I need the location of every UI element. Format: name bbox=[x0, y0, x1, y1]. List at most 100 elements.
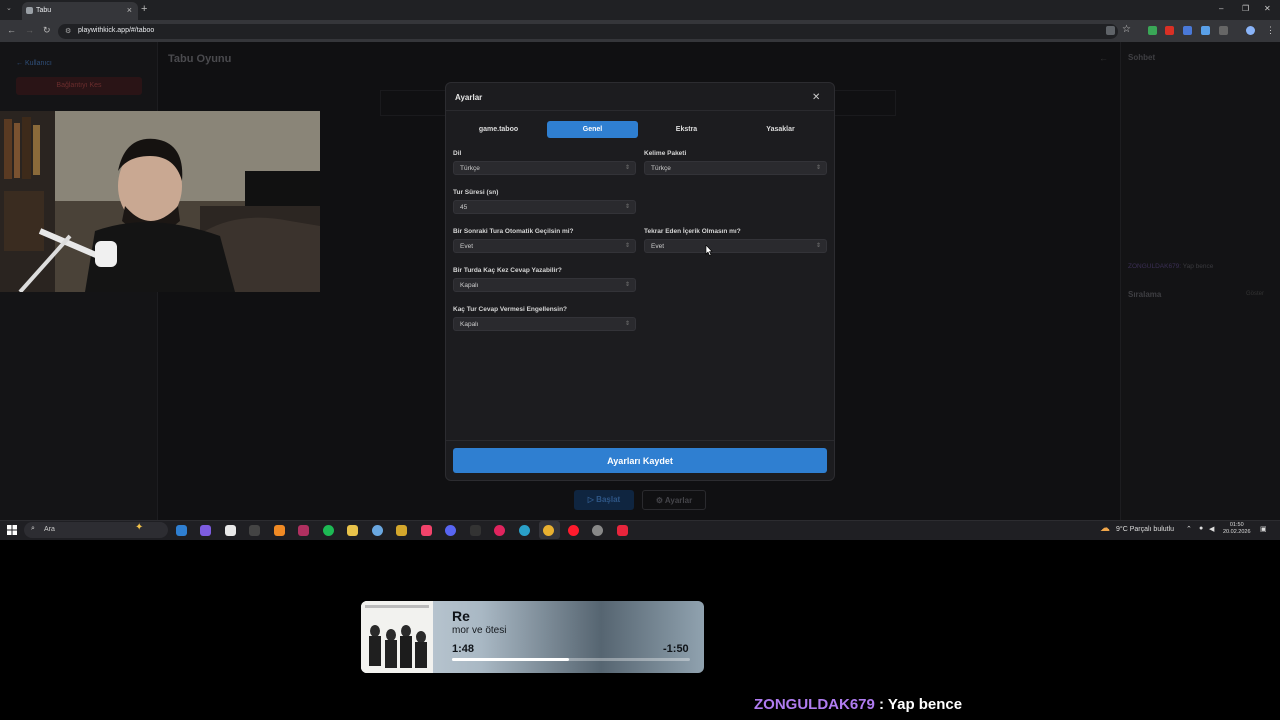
auto-next-select[interactable]: Evet ⇕ bbox=[453, 239, 636, 253]
site-info-icon[interactable]: ⚙ bbox=[65, 27, 71, 35]
discord-app-icon[interactable] bbox=[445, 525, 456, 536]
recorder-app-icon[interactable] bbox=[617, 525, 628, 536]
save-settings-button[interactable]: Ayarları Kaydet bbox=[453, 448, 827, 473]
tab-title: Tabu bbox=[36, 7, 52, 14]
chat-text: Yap bence bbox=[1181, 263, 1214, 270]
ranking-title: Sıralama bbox=[1128, 290, 1162, 299]
weather-text[interactable]: 9°C Parçalı bulutlu bbox=[1116, 526, 1174, 533]
overlay-message: : Yap bence bbox=[874, 696, 963, 713]
profile-avatar-icon[interactable] bbox=[1246, 26, 1255, 35]
terminal-app-icon[interactable] bbox=[249, 525, 260, 536]
extensions-puzzle-icon[interactable] bbox=[1219, 26, 1228, 35]
extension-pdf-icon[interactable] bbox=[1165, 26, 1174, 35]
file-explorer-icon[interactable] bbox=[347, 525, 358, 536]
search-icon: ⌕ bbox=[31, 525, 35, 532]
window-close-icon[interactable]: ✕ bbox=[1264, 4, 1271, 13]
answers-per-round-select[interactable]: Kapalı ⇕ bbox=[453, 278, 636, 292]
extension-translate-icon[interactable] bbox=[1201, 26, 1210, 35]
steam-app-icon[interactable] bbox=[592, 525, 603, 536]
taskbar-clock[interactable]: 01:50 20.02.2026 bbox=[1223, 522, 1251, 536]
tab-extra[interactable]: Ekstra bbox=[641, 121, 732, 138]
restore-icon[interactable]: ❐ bbox=[1242, 4, 1249, 13]
collapse-arrow-icon[interactable]: ← bbox=[1099, 53, 1108, 63]
language-label: Dil bbox=[453, 150, 462, 157]
no-repeat-label: Tekrar Eden İçerik Olmasın mı? bbox=[644, 228, 741, 235]
chat-message: ZONGULDAK679: Yap bence bbox=[1128, 263, 1213, 270]
tab-game-taboo[interactable]: game.taboo bbox=[453, 121, 544, 138]
translate-icon[interactable] bbox=[1106, 26, 1115, 35]
stepper-icon[interactable]: ⇕ bbox=[625, 203, 630, 210]
round-time-input[interactable]: 45 ⇕ bbox=[453, 200, 636, 214]
copilot-sparkle-icon[interactable]: ✦ bbox=[135, 522, 143, 533]
remaining-time: -1:50 bbox=[663, 643, 689, 655]
right-panel bbox=[1120, 42, 1280, 520]
notification-icon[interactable]: ▣ bbox=[1260, 525, 1267, 533]
back-icon[interactable]: ← bbox=[7, 25, 16, 35]
copilot-app-icon[interactable] bbox=[200, 525, 211, 536]
select-caret-icon: ⇕ bbox=[624, 165, 630, 171]
spotify-app-icon[interactable] bbox=[323, 525, 334, 536]
forward-icon[interactable]: → bbox=[25, 25, 34, 35]
close-tab-icon[interactable]: × bbox=[127, 5, 132, 15]
music-app-icon[interactable] bbox=[421, 525, 432, 536]
word-pack-label: Kelime Paketi bbox=[644, 150, 687, 157]
bookmark-star-icon[interactable]: ☆ bbox=[1122, 24, 1131, 35]
edge-app-icon[interactable] bbox=[519, 525, 530, 536]
modal-close-icon[interactable]: ✕ bbox=[812, 92, 820, 103]
ranking-show-button[interactable]: Göster bbox=[1246, 291, 1264, 297]
auto-next-value: Evet bbox=[460, 243, 474, 250]
progress-fill bbox=[452, 658, 569, 661]
tab-bans[interactable]: Yasaklar bbox=[735, 121, 826, 138]
microphone-icon[interactable]: ● bbox=[1199, 525, 1203, 532]
tab-general[interactable]: Genel bbox=[547, 121, 638, 138]
start-button[interactable]: ▷ Başlat bbox=[574, 490, 634, 510]
language-value: Türkçe bbox=[460, 165, 480, 172]
tab-search-icon[interactable]: ⌄ bbox=[6, 4, 12, 12]
song-title: Re bbox=[452, 608, 470, 624]
settings-button[interactable]: ⚙ Ayarlar bbox=[642, 490, 706, 510]
word-pack-select[interactable]: Türkçe ⇕ bbox=[644, 161, 827, 175]
opera-app-icon[interactable] bbox=[568, 525, 579, 536]
block-rounds-select[interactable]: Kapalı ⇕ bbox=[453, 317, 636, 331]
select-caret-icon: ⇕ bbox=[815, 243, 821, 249]
back-link[interactable]: ← Kullanıcı bbox=[16, 60, 52, 67]
windows-start-icon[interactable] bbox=[7, 525, 17, 535]
calendar-app-icon[interactable] bbox=[225, 525, 236, 536]
block-rounds-label: Kaç Tur Cevap Vermesi Engellensin? bbox=[453, 306, 568, 313]
wifi-app-icon[interactable] bbox=[372, 525, 383, 536]
mail-app-icon[interactable] bbox=[176, 525, 187, 536]
page-title: Tabu Oyunu bbox=[168, 53, 232, 65]
new-tab-icon[interactable]: + bbox=[141, 3, 147, 15]
chrome-app-icon[interactable] bbox=[543, 525, 554, 536]
stream-chat-overlay: ZONGULDAK679 : Yap bence bbox=[754, 696, 962, 713]
address-bar[interactable]: ⚙ playwithkick.app/#/taboo bbox=[58, 24, 1118, 39]
reload-icon[interactable]: ↻ bbox=[43, 25, 51, 36]
album-cover bbox=[361, 601, 433, 673]
browser-tab-bar bbox=[0, 0, 1280, 20]
taskbar-search[interactable]: ⌕ Ara bbox=[24, 522, 168, 538]
select-caret-icon: ⇕ bbox=[624, 243, 630, 249]
shield-app-icon[interactable] bbox=[396, 525, 407, 536]
taskbar bbox=[0, 520, 1280, 540]
search-placeholder: Ara bbox=[44, 526, 55, 533]
vlc-app-icon[interactable] bbox=[274, 525, 285, 536]
tray-overflow-icon[interactable]: ⌃ bbox=[1186, 525, 1192, 533]
browser-tab[interactable]: Tabu × bbox=[22, 2, 138, 20]
weather-icon: ☁ bbox=[1100, 523, 1110, 534]
no-repeat-select[interactable]: Evet ⇕ bbox=[644, 239, 827, 253]
appletv-app-icon[interactable] bbox=[470, 525, 481, 536]
media-app-icon[interactable] bbox=[298, 525, 309, 536]
chat-user: ZONGULDAK679: bbox=[1128, 263, 1182, 270]
red-app-icon[interactable] bbox=[494, 525, 505, 536]
disconnect-button[interactable]: Bağlantıyı Kes bbox=[16, 77, 142, 95]
browser-menu-icon[interactable]: ⋮ bbox=[1266, 25, 1275, 36]
language-select[interactable]: Türkçe ⇕ bbox=[453, 161, 636, 175]
extension-blue-icon[interactable] bbox=[1183, 26, 1192, 35]
modal-title: Ayarlar bbox=[455, 93, 483, 102]
extension-shield-icon[interactable] bbox=[1148, 26, 1157, 35]
minimize-icon[interactable]: – bbox=[1219, 4, 1223, 13]
chat-title: Sohbet bbox=[1128, 53, 1156, 62]
modal-divider bbox=[446, 110, 834, 111]
volume-icon[interactable]: ◀ bbox=[1209, 525, 1214, 533]
answers-per-round-label: Bir Turda Kaç Kez Cevap Yazabilir? bbox=[453, 267, 562, 274]
